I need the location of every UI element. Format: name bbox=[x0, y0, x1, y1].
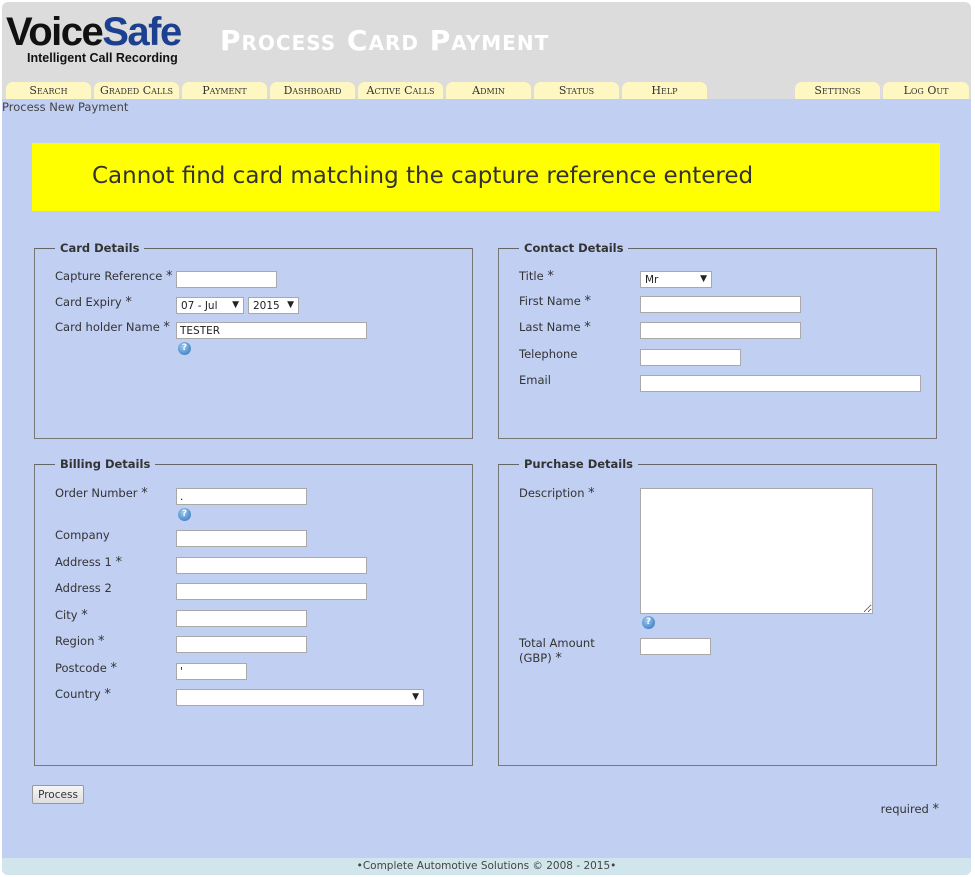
region-label: Region * bbox=[55, 634, 105, 649]
postcode-label: Postcode * bbox=[55, 661, 117, 676]
error-alert: Cannot find card matching the capture re… bbox=[32, 143, 940, 211]
capture-reference-label: Capture Reference * bbox=[55, 269, 173, 284]
required-note: required * bbox=[880, 802, 940, 817]
postcode-input[interactable]: ' bbox=[176, 663, 247, 680]
card-expiry-label: Card Expiry * bbox=[55, 295, 132, 310]
required-asterisk: * bbox=[81, 608, 88, 623]
logo-voice-text: Voice bbox=[6, 10, 104, 54]
tab-graded-calls[interactable]: Graded Calls bbox=[94, 82, 179, 99]
purchase-details-legend: Purchase Details bbox=[524, 457, 634, 471]
required-asterisk: * bbox=[584, 294, 591, 309]
voicesafe-logo: VoiceSafe Intelligent Call Recording bbox=[6, 10, 206, 70]
required-asterisk: * bbox=[163, 320, 170, 335]
address2-label: Address 2 bbox=[55, 581, 112, 595]
tab-status[interactable]: Status bbox=[534, 82, 619, 99]
company-input[interactable] bbox=[176, 530, 307, 547]
country-select[interactable]: ▼ bbox=[176, 689, 424, 706]
required-asterisk: * bbox=[165, 269, 173, 284]
card-holder-input[interactable]: TESTER bbox=[176, 322, 367, 339]
page-title: Process Card Payment bbox=[220, 24, 550, 57]
chevron-down-icon: ▼ bbox=[412, 692, 419, 702]
alert-message: Cannot find card matching the capture re… bbox=[92, 163, 754, 189]
tab-help[interactable]: Help bbox=[622, 82, 707, 99]
tab-dashboard[interactable]: Dashboard bbox=[270, 82, 355, 99]
address2-input[interactable] bbox=[176, 583, 367, 600]
country-label: Country * bbox=[55, 687, 111, 702]
capture-reference-input[interactable] bbox=[176, 271, 277, 288]
required-asterisk: * bbox=[141, 486, 148, 501]
description-textarea[interactable] bbox=[640, 488, 873, 614]
tab-log-out[interactable]: Log Out bbox=[883, 82, 969, 99]
app-frame: VoiceSafe Intelligent Call Recording Pro… bbox=[2, 2, 971, 875]
expiry-year-select[interactable]: 2015 ▼ bbox=[248, 297, 299, 314]
telephone-input[interactable] bbox=[640, 349, 741, 366]
card-details-legend: Card Details bbox=[60, 241, 140, 255]
tab-admin[interactable]: Admin bbox=[446, 82, 531, 99]
required-asterisk: * bbox=[125, 295, 132, 310]
email-label: Email bbox=[519, 373, 551, 387]
footer: •Complete Automotive Solutions © 2008 - … bbox=[2, 858, 971, 875]
title-select[interactable]: Mr ▼ bbox=[640, 271, 712, 288]
required-asterisk: * bbox=[98, 634, 105, 649]
required-asterisk: * bbox=[555, 651, 562, 666]
last-name-label: Last Name * bbox=[519, 320, 591, 335]
city-input[interactable] bbox=[176, 610, 307, 627]
card-holder-label: Card holder Name * bbox=[55, 320, 170, 335]
order-number-label: Order Number * bbox=[55, 486, 148, 501]
first-name-label: First Name * bbox=[519, 294, 591, 309]
required-asterisk: * bbox=[110, 661, 117, 676]
required-asterisk: * bbox=[547, 269, 554, 284]
chevron-down-icon: ▼ bbox=[232, 300, 239, 310]
breadcrumb: Process New Payment bbox=[2, 100, 129, 114]
required-asterisk: * bbox=[104, 687, 111, 702]
order-number-input[interactable]: . bbox=[176, 488, 307, 505]
required-asterisk: * bbox=[588, 486, 595, 501]
contact-details-fieldset: Contact Details bbox=[498, 241, 937, 439]
address1-input[interactable] bbox=[176, 557, 367, 574]
process-button[interactable]: Process bbox=[32, 785, 84, 804]
email-input[interactable] bbox=[640, 375, 921, 392]
total-amount-label: Total Amount (GBP) * bbox=[519, 636, 595, 666]
tab-search[interactable]: Search bbox=[6, 82, 91, 99]
help-icon[interactable]: ? bbox=[178, 508, 191, 521]
help-icon[interactable]: ? bbox=[178, 342, 191, 355]
billing-details-legend: Billing Details bbox=[60, 457, 151, 471]
help-icon[interactable]: ? bbox=[642, 616, 655, 629]
city-label: City * bbox=[55, 608, 88, 623]
contact-details-legend: Contact Details bbox=[524, 241, 624, 255]
region-input[interactable] bbox=[176, 636, 307, 653]
telephone-label: Telephone bbox=[519, 347, 578, 361]
tab-active-calls[interactable]: Active Calls bbox=[358, 82, 443, 99]
total-amount-input[interactable] bbox=[640, 638, 711, 655]
title-label: Title * bbox=[519, 269, 554, 284]
main-content: Process New Payment Cannot find card mat… bbox=[2, 99, 971, 858]
expiry-month-select[interactable]: 07 - Jul ▼ bbox=[176, 297, 244, 314]
logo-tagline: Intelligent Call Recording bbox=[27, 51, 178, 65]
required-asterisk: * bbox=[584, 320, 591, 335]
last-name-input[interactable] bbox=[640, 322, 801, 339]
required-asterisk: * bbox=[115, 555, 122, 570]
company-label: Company bbox=[55, 528, 110, 542]
required-asterisk: * bbox=[932, 802, 940, 817]
tab-payment[interactable]: Payment bbox=[182, 82, 267, 99]
first-name-input[interactable] bbox=[640, 296, 801, 313]
logo-safe-text: Safe bbox=[102, 10, 182, 54]
description-label: Description * bbox=[519, 486, 595, 501]
address1-label: Address 1 * bbox=[55, 555, 122, 570]
tab-settings[interactable]: Settings bbox=[795, 82, 880, 99]
chevron-down-icon: ▼ bbox=[700, 274, 707, 284]
chevron-down-icon: ▼ bbox=[287, 300, 294, 310]
